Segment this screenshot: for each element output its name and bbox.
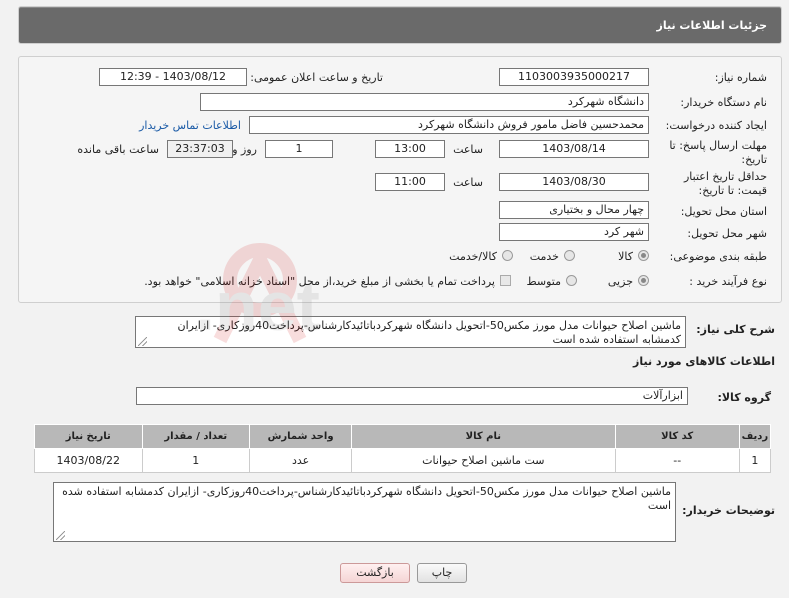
col-goods-code: کد کالا bbox=[614, 424, 740, 449]
cell-goods-name: ست ماشین اصلاح حیوانات bbox=[351, 448, 616, 473]
city-label: شهر محل تحویل: bbox=[687, 227, 767, 240]
back-button[interactable]: بازگشت bbox=[340, 563, 410, 583]
col-quantity: تعداد / مقدار bbox=[141, 424, 250, 449]
buyer-org-field: دانشگاه شهرکرد bbox=[200, 93, 649, 111]
days-label: روز و bbox=[232, 143, 257, 156]
summary-text: ماشین اصلاح حیوانات مدل مورز مکس50-اتحوی… bbox=[177, 319, 681, 346]
deadline-time-field: 13:00 bbox=[375, 140, 445, 158]
table-header-row: ردیف کد کالا نام کالا واحد شمارش تعداد /… bbox=[34, 424, 772, 449]
category-goods-label: کالا bbox=[618, 250, 633, 263]
buyer-org-label: نام دستگاه خریدار: bbox=[680, 96, 767, 109]
process-type-label: نوع فرآیند خرید : bbox=[689, 275, 767, 288]
goods-group-label: گروه کالا: bbox=[717, 391, 771, 404]
deadline-time-label: ساعت bbox=[453, 143, 483, 156]
goods-table: ردیف کد کالا نام کالا واحد شمارش تعداد /… bbox=[34, 424, 772, 473]
need-number-field: 1103003935000217 bbox=[499, 68, 649, 86]
requester-field: محمدحسین فاضل مامور فروش دانشگاه شهرکرد bbox=[249, 116, 649, 134]
announce-datetime-field: 1403/08/12 - 12:39 bbox=[99, 68, 247, 86]
need-details-form: شماره نیاز: 1103003935000217 تاریخ و ساع… bbox=[18, 56, 782, 303]
cell-row-number: 1 bbox=[738, 448, 772, 473]
process-minor-label: جزیی bbox=[607, 275, 633, 288]
col-goods-name: نام کالا bbox=[351, 424, 616, 449]
validity-date-field: 1403/08/30 bbox=[499, 173, 649, 191]
validity-time-field: 11:00 bbox=[375, 173, 445, 191]
resize-grip-icon[interactable] bbox=[56, 531, 65, 540]
validity-time-label: ساعت bbox=[453, 176, 483, 189]
summary-textarea: ماشین اصلاح حیوانات مدل مورز مکس50-اتحوی… bbox=[135, 316, 686, 348]
buyer-notes-text: ماشین اصلاح حیوانات مدل مورز مکس50-اتحوی… bbox=[62, 485, 671, 512]
category-goods-radio[interactable] bbox=[638, 250, 649, 261]
deadline-label: مهلت ارسال پاسخ: تا تاریخ: bbox=[669, 139, 767, 166]
city-field: شهر کرد bbox=[499, 223, 649, 241]
category-both-label: کالا/خدمت bbox=[449, 250, 497, 263]
goods-section-title: اطلاعات کالاهای مورد نیاز bbox=[633, 355, 775, 368]
col-need-date: تاریخ نیاز bbox=[34, 424, 143, 449]
buyer-notes-label: توضیحات خریدار: bbox=[682, 504, 775, 517]
time-remaining-label: ساعت باقی مانده bbox=[77, 143, 159, 156]
validity-label: حداقل تاریخ اعتبار قیمت: تا تاریخ: bbox=[683, 170, 767, 197]
process-medium-radio[interactable] bbox=[566, 275, 577, 286]
need-number-label: شماره نیاز: bbox=[714, 71, 767, 84]
print-button[interactable]: چاپ bbox=[417, 563, 467, 583]
treasury-checkbox[interactable] bbox=[500, 275, 511, 286]
announce-datetime-label: تاریخ و ساعت اعلان عمومی: bbox=[250, 71, 383, 84]
page-header: جزئیات اطلاعات نیاز bbox=[18, 6, 782, 44]
category-label: طبقه بندی موضوعی: bbox=[669, 250, 767, 263]
requester-label: ایجاد کننده درخواست: bbox=[665, 119, 767, 132]
days-remaining-field: 1 bbox=[265, 140, 333, 158]
category-both-radio[interactable] bbox=[502, 250, 513, 261]
time-remaining-field: 23:37:03 bbox=[167, 140, 233, 158]
page-title: جزئیات اطلاعات نیاز bbox=[656, 19, 768, 32]
cell-quantity: 1 bbox=[141, 448, 250, 473]
goods-group-field: ابزارآلات bbox=[136, 387, 688, 405]
col-unit: واحد شمارش bbox=[248, 424, 353, 449]
col-row-number: ردیف bbox=[738, 424, 772, 449]
cell-need-date: 1403/08/22 bbox=[34, 448, 143, 473]
buyer-contact-link[interactable]: اطلاعات تماس خریدار bbox=[139, 119, 241, 132]
treasury-note: پرداخت تمام یا بخشی از مبلغ خرید،از محل … bbox=[144, 275, 495, 288]
province-field: چهار محال و بختیاری bbox=[499, 201, 649, 219]
summary-label: شرح کلی نیاز: bbox=[696, 323, 775, 336]
process-minor-radio[interactable] bbox=[638, 275, 649, 286]
category-service-label: خدمت bbox=[529, 250, 559, 263]
province-label: استان محل تحویل: bbox=[680, 205, 767, 218]
cell-unit: عدد bbox=[248, 448, 353, 473]
buyer-notes-textarea: ماشین اصلاح حیوانات مدل مورز مکس50-اتحوی… bbox=[53, 482, 676, 542]
table-row: 1 -- ست ماشین اصلاح حیوانات عدد 1 1403/0… bbox=[34, 448, 772, 473]
process-medium-label: متوسط bbox=[526, 275, 561, 288]
resize-grip-icon[interactable] bbox=[138, 337, 147, 346]
category-service-radio[interactable] bbox=[564, 250, 575, 261]
deadline-date-field: 1403/08/14 bbox=[499, 140, 649, 158]
cell-goods-code: -- bbox=[614, 448, 740, 473]
